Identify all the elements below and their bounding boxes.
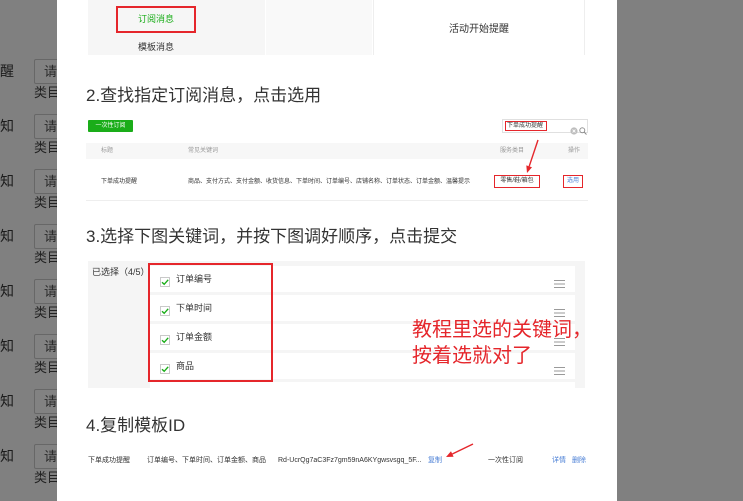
form-row-input-text: 请: [44, 449, 58, 464]
annotation-line: 按着选就对了: [412, 345, 532, 367]
drag-handle-icon[interactable]: [554, 275, 565, 288]
form-row-label: 知: [0, 448, 14, 464]
template-row-keywords: 订单编号、下单时间、订单金额、商品: [147, 457, 266, 464]
arrow-icon: [446, 443, 474, 457]
search-input-value: 下单成功提醒: [505, 121, 547, 131]
column-header-category: 服务类目: [500, 148, 525, 154]
template-type: 一次性订阅: [488, 457, 523, 464]
form-row-label: 知: [0, 393, 14, 409]
form-row-label: 醒: [0, 63, 14, 79]
form-row-label: 知: [0, 338, 14, 354]
card-title: 活动开始提醒: [449, 24, 509, 35]
form-row-input-text: 请: [44, 119, 58, 134]
nav-panel: 订阅消息 模板消息: [88, 0, 265, 55]
clear-icon[interactable]: [570, 122, 578, 135]
copy-link[interactable]: 复制: [428, 456, 442, 466]
row-category-highlight: 零售/鞋/箱包: [494, 175, 540, 188]
search-input[interactable]: 下单成功提醒: [502, 119, 588, 135]
template-row-title: 下单成功提醒: [88, 457, 130, 464]
form-row-input-text: 请: [44, 394, 58, 409]
keyword-list-item-partial: [150, 382, 575, 388]
form-row-input-text: 请: [44, 284, 58, 299]
form-row-label: 知: [0, 173, 14, 189]
form-row-input-text: 请: [44, 64, 58, 79]
table-header: 标题 常见关键词 服务类目 操作: [86, 143, 588, 159]
step2-heading: 2.查找指定订阅消息，点击选用: [86, 86, 322, 105]
form-row-label: 知: [0, 283, 14, 299]
card-empty: [266, 0, 372, 55]
selected-count-label: 已选择（4/5）: [92, 267, 150, 277]
tutorial-modal: 订阅消息 模板消息 活动开始提醒 2.查找指定订阅消息，点击选用 一次性订阅 下…: [57, 0, 617, 501]
drag-handle-icon[interactable]: [554, 304, 565, 317]
row-title: 下单成功提醒: [101, 179, 138, 185]
delete-link[interactable]: 删除: [572, 456, 586, 466]
form-row-label: 知: [0, 228, 14, 244]
step2-screenshot: 一次性订阅 下单成功提醒 标题 常见关键词 服务类目 操作 下单成功提醒 商品、…: [86, 113, 588, 201]
nav-item-template-message[interactable]: 模板消息: [88, 41, 224, 53]
step4-heading: 4.复制模板ID: [86, 416, 186, 435]
nav-item-label: 订阅消息: [137, 14, 174, 24]
search-icon[interactable]: [579, 122, 587, 135]
detail-link[interactable]: 详情: [552, 456, 566, 466]
form-row-input-text: 请: [44, 174, 58, 189]
row-keywords: 商品、支付方式、支付金额、收货信息、下单时间、订单编号、店铺名称、订单状态、订单…: [188, 179, 471, 185]
form-row-label: 知: [0, 118, 14, 134]
one-time-subscribe-button[interactable]: 一次性订阅: [88, 120, 133, 132]
form-row-input-text: 请: [44, 339, 58, 354]
select-button[interactable]: 选用: [563, 175, 583, 188]
column-header-keywords: 常见关键词: [188, 148, 219, 154]
column-header-title: 标题: [101, 148, 114, 154]
annotation-line: 教程里选的关键词，: [412, 319, 592, 341]
annotation-text: 教程里选的关键词， 按着选就对了: [412, 317, 592, 369]
annotation-highlight-box: [148, 263, 273, 382]
template-id: Rd-UcrQg7aC3Fz7gm59nA6KYgwsvsgq_5F...: [278, 457, 422, 464]
step1-screenshot: 订阅消息 模板消息 活动开始提醒: [88, 0, 585, 55]
step3-heading: 3.选择下图关键词，并按下图调好顺序，点击提交: [86, 227, 458, 246]
form-row-input-text: 请: [44, 229, 58, 244]
page-root: 醒请类目知请类目知请类目知请类目知请类目知请类目知请类目知请类目 订阅消息 模板…: [0, 0, 743, 501]
nav-item-subscribe-message[interactable]: 订阅消息: [116, 6, 196, 33]
card-activity-reminder[interactable]: 活动开始提醒: [373, 0, 585, 55]
table-row: 下单成功提醒 商品、支付方式、支付金额、收货信息、下单时间、订单编号、店铺名称、…: [86, 161, 588, 201]
column-header-action: 操作: [568, 148, 581, 154]
